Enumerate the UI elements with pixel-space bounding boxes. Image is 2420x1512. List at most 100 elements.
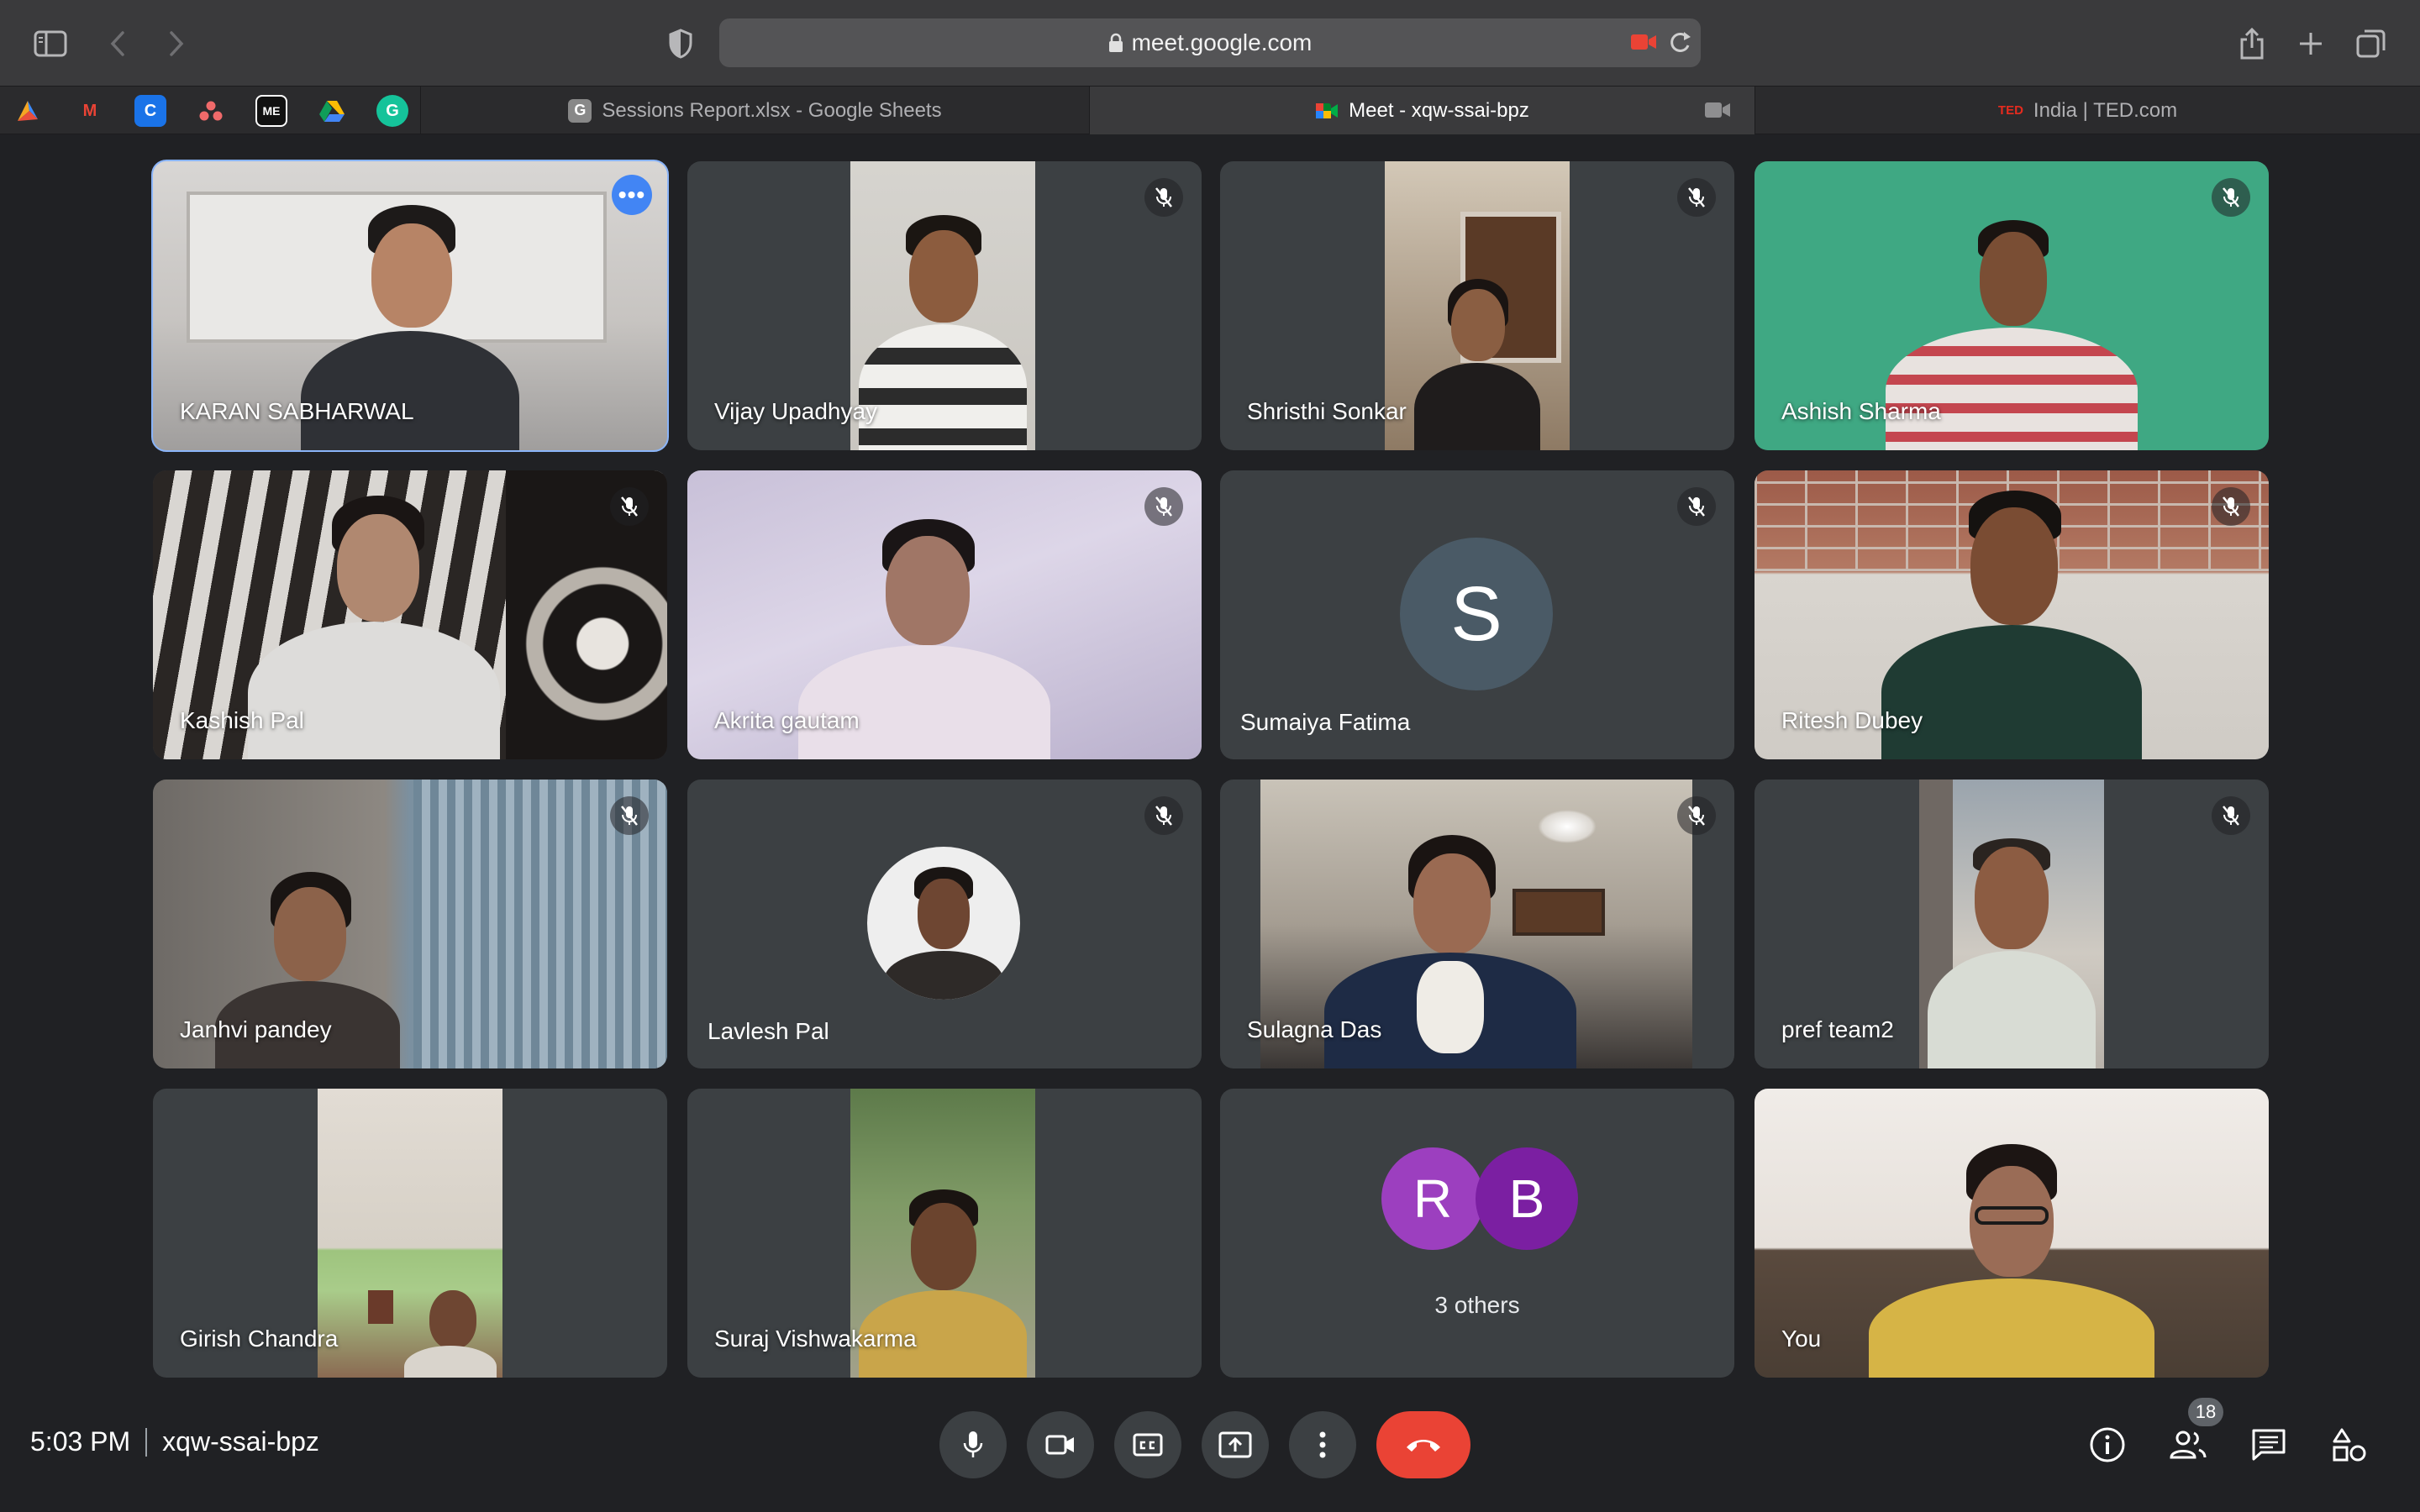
meeting-info-bar: 5:03 PM xqw-ssai-bpz [30,1426,319,1457]
tab-google-meet[interactable]: Meet - xqw-ssai-bpz [1089,87,1754,134]
muted-mic-icon [1144,796,1183,835]
participant-name: Sulagna Das [1247,1016,1382,1042]
participant-name: Kashish Pal [180,707,304,733]
participant-tile-sumaiya[interactable]: S Sumaiya Fatima [1220,470,1734,759]
chat-button[interactable] [2244,1420,2294,1470]
gmail-icon[interactable]: M [74,95,106,127]
sidebar-toggle-icon[interactable] [27,20,74,67]
participant-count-badge: 18 [2188,1398,2223,1426]
tab-label: Sessions Report.xlsx - Google Sheets [602,98,942,122]
forward-icon[interactable] [153,20,200,67]
participant-name: Girish Chandra [180,1326,339,1352]
tab-camera-icon [1704,100,1731,126]
people-button[interactable] [2163,1420,2213,1470]
participant-tile-ritesh[interactable]: Ritesh Dubey [1754,470,2269,759]
muted-mic-icon [1677,796,1716,835]
participant-name: Janhvi pandey [180,1016,332,1042]
camera-button[interactable] [1027,1411,1094,1478]
present-screen-button[interactable] [1202,1411,1269,1478]
muted-mic-icon [2212,178,2250,217]
leave-call-button[interactable] [1376,1411,1470,1478]
microphone-button[interactable] [939,1411,1007,1478]
meeting-code: xqw-ssai-bpz [162,1426,319,1457]
participant-tile-karan[interactable]: ••• KARAN SABHARWAL [151,160,669,452]
participant-name: Shristhi Sonkar [1247,398,1407,424]
participant-tile-kashish[interactable]: Kashish Pal [153,470,667,759]
activities-button[interactable] [2324,1420,2375,1470]
tab-ted[interactable]: TED India | TED.com [1754,87,2420,134]
closed-captions-icon [1133,1433,1163,1457]
video-camera-icon [1045,1435,1074,1455]
muted-mic-icon [1677,178,1716,217]
participant-tile-akrita[interactable]: Akrita gautam [687,470,1202,759]
address-bar[interactable]: meet.google.com [719,18,1701,67]
participant-tile-sulagna[interactable]: Sulagna Das [1220,780,1734,1068]
participant-video [850,161,1035,450]
google-meet-icon [1315,99,1339,123]
activities-icon [2333,1428,2366,1462]
participant-name: You [1781,1326,1822,1352]
current-time: 5:03 PM [30,1426,131,1457]
participant-avatar: B [1476,1147,1578,1250]
participant-tile-girish[interactable]: Girish Chandra [153,1089,667,1378]
tab-google-sheets[interactable]: G Sessions Report.xlsx - Google Sheets [420,87,1089,134]
participant-avatar: S [1400,538,1553,690]
tab-strip: M C ME G G Sessions Report.xlsx - Google… [0,86,2420,134]
participant-name: Suraj Vishwakarma [714,1326,917,1352]
participant-tile-others[interactable]: R B 3 others [1220,1089,1734,1378]
participant-tile-janhvi[interactable]: Janhvi pandey [153,780,667,1068]
participant-tile-shristhi[interactable]: Shristhi Sonkar [1220,161,1734,450]
reload-icon[interactable] [1667,29,1692,60]
camera-in-use-icon[interactable] [1630,31,1657,57]
participant-avatar [867,847,1020,1000]
asana-icon[interactable] [195,95,227,127]
participant-name: Akrita gautam [714,707,860,733]
new-tab-icon[interactable] [2287,20,2334,67]
muted-mic-icon [2212,796,2250,835]
google-drive-icon[interactable] [316,95,348,127]
ted-icon: TED [1997,103,2023,118]
people-icon [2170,1431,2207,1459]
participant-tile-pref-team2[interactable]: pref team2 [1754,780,2269,1068]
participant-name: Vijay Upadhyay [714,398,878,424]
participant-avatar: R [1381,1147,1484,1250]
more-options-button[interactable] [1289,1411,1356,1478]
tab-overview-icon[interactable] [2348,20,2395,67]
browser-toolbar: meet.google.com [0,0,2420,86]
me-app-icon[interactable]: ME [255,95,287,127]
participant-name: Ashish Sharma [1781,398,1941,424]
lock-icon [1108,33,1123,52]
more-vert-icon [1319,1431,1326,1458]
back-icon[interactable] [94,20,141,67]
c-app-icon[interactable]: C [134,95,166,127]
tab-label: Meet - xqw-ssai-bpz [1349,98,1529,122]
url-text: meet.google.com [1131,29,1313,55]
privacy-shield-icon[interactable] [657,20,704,67]
tab-label: India | TED.com [2033,98,2178,122]
microphone-icon [963,1431,983,1457]
more-options-icon[interactable]: ••• [612,175,652,215]
participant-video [318,1089,502,1378]
muted-mic-icon [2212,487,2250,526]
bookmark-app-icon[interactable] [12,95,44,127]
participant-video [1385,161,1570,450]
share-icon[interactable] [2228,20,2275,67]
participant-tile-lavlesh[interactable]: Lavlesh Pal [687,780,1202,1068]
participant-video [1919,780,2104,1068]
captions-button[interactable] [1114,1411,1181,1478]
participant-tile-you[interactable]: You [1754,1089,2269,1378]
hang-up-icon [1407,1440,1440,1452]
participant-tile-ashish[interactable]: Ashish Sharma [1754,161,2269,450]
participant-tile-vijay[interactable]: Vijay Upadhyay [687,161,1202,450]
grammarly-icon[interactable]: G [376,95,408,127]
muted-mic-icon [1144,487,1183,526]
participant-name: Ritesh Dubey [1781,707,1923,733]
muted-mic-icon [610,796,649,835]
participant-video [1754,1089,2269,1378]
meeting-details-button[interactable] [2082,1420,2133,1470]
divider [145,1427,148,1457]
muted-mic-icon [1144,178,1183,217]
participant-tile-suraj[interactable]: Suraj Vishwakarma [687,1089,1202,1378]
participant-name: pref team2 [1781,1016,1894,1042]
google-sheets-icon: G [568,98,592,123]
